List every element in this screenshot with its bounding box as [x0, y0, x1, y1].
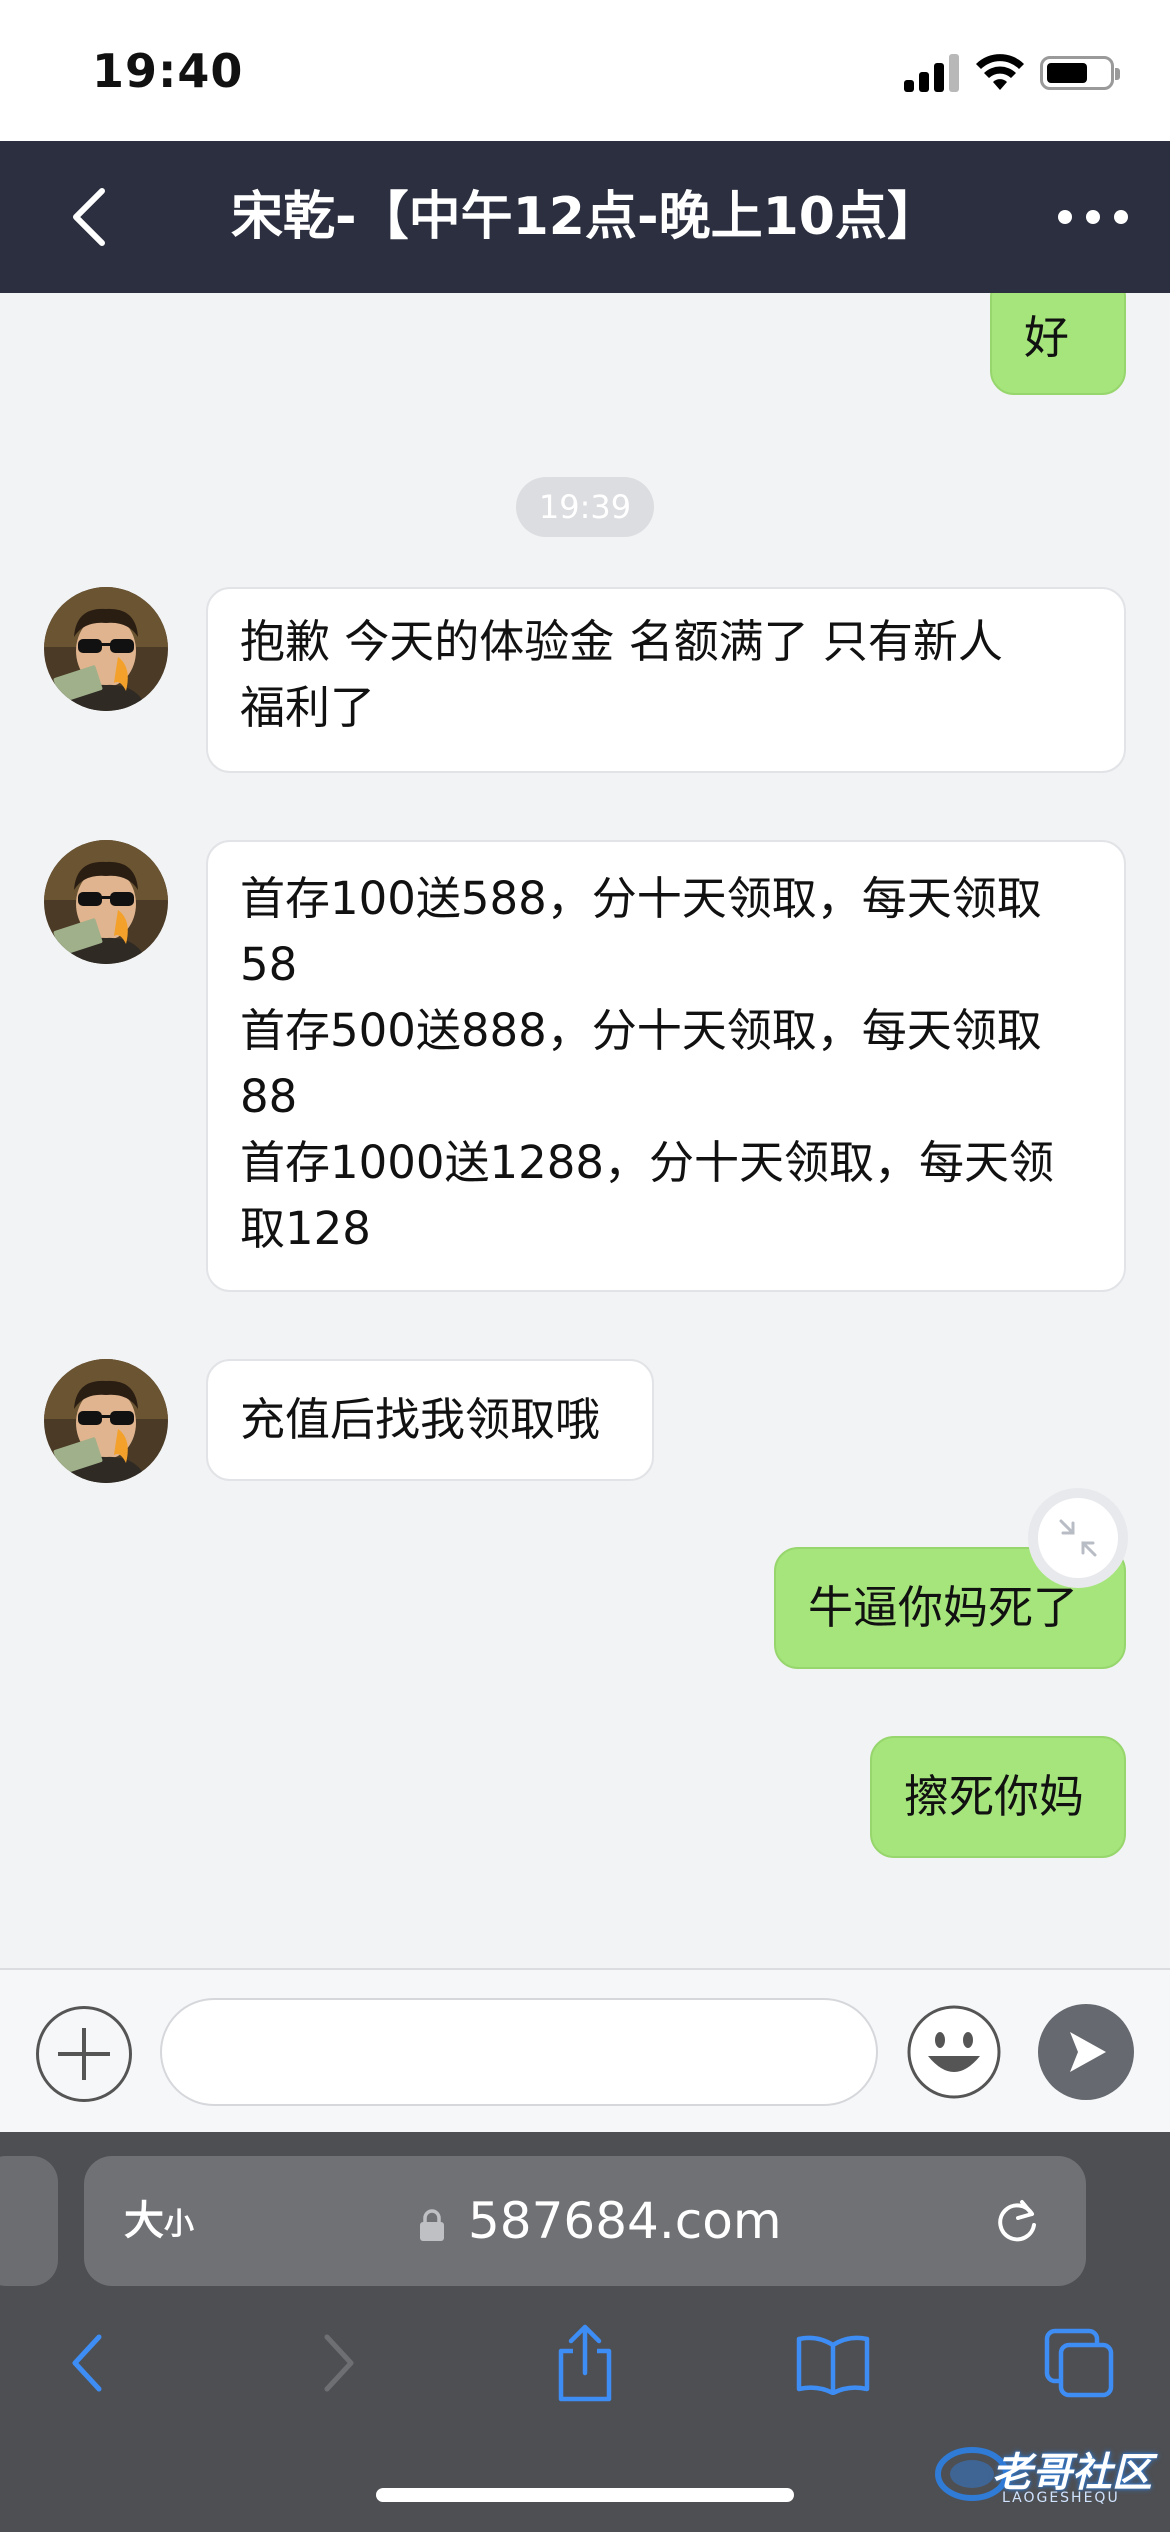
status-time: 19:40 [92, 44, 244, 98]
bookmarks-button[interactable] [788, 2318, 878, 2408]
message-composer [0, 1968, 1170, 2132]
contact-avatar[interactable] [44, 840, 168, 964]
back-button[interactable] [48, 177, 128, 257]
tabs-icon [1044, 2328, 1114, 2398]
contact-avatar[interactable] [44, 587, 168, 711]
more-dots-icon [1058, 210, 1072, 224]
status-bar: 19:40 [0, 0, 1170, 141]
incoming-message[interactable]: 首存100送588，分十天领取，每天领取 58 首存500送888，分十天领取，… [206, 840, 1126, 1292]
browser-toolbar [0, 2318, 1170, 2448]
book-icon [796, 2335, 870, 2395]
battery-icon [1040, 56, 1120, 90]
contact-avatar[interactable] [44, 1359, 168, 1483]
wifi-icon [976, 54, 1024, 90]
chevron-left-icon [73, 188, 105, 246]
chat-header: 宋乾-【中午12点-晚上10点】 [0, 141, 1170, 293]
site-watermark-logo: 老哥社区 LAOGESHEQU [932, 2432, 1168, 2512]
incoming-message[interactable]: 充值后找我领取哦 [206, 1359, 654, 1481]
more-options-button[interactable] [1058, 207, 1128, 227]
emoji-button[interactable] [906, 2004, 1002, 2100]
tabs-button[interactable] [1034, 2318, 1124, 2408]
collapse-float-button[interactable] [1028, 1488, 1128, 1588]
outgoing-message[interactable]: 擦死你妈 [870, 1736, 1126, 1858]
message-timestamp: 19:39 [516, 477, 654, 537]
reload-icon[interactable] [990, 2194, 1044, 2248]
home-indicator[interactable] [376, 2488, 794, 2502]
lock-icon [420, 2209, 444, 2241]
chat-title: 宋乾-【中午12点-晚上10点】 [231, 187, 939, 247]
send-arrow-icon [1070, 2032, 1106, 2072]
previous-tab-preview[interactable] [0, 2156, 58, 2286]
send-button[interactable] [1038, 2004, 1134, 2100]
minimize-arrows-icon [1059, 1519, 1097, 1557]
browser-forward-button[interactable] [294, 2318, 384, 2408]
text-size-button[interactable]: 大小 [124, 2156, 194, 2286]
cellular-signal-icon [904, 54, 960, 92]
url-text: 587684.com [468, 2192, 782, 2250]
chevron-left-icon [72, 2334, 102, 2392]
share-icon [558, 2324, 612, 2402]
chevron-right-icon [324, 2334, 354, 2392]
incoming-message[interactable]: 抱歉 今天的体验金 名额满了 只有新人 福利了 [206, 587, 1126, 773]
message-input[interactable] [160, 1998, 878, 2106]
outgoing-message[interactable]: 好 [990, 293, 1126, 395]
browser-back-button[interactable] [42, 2318, 132, 2408]
message-list[interactable]: 好 19:39 抱歉 今天的体验金 名额满了 只有新人 福利了 首存100送58… [0, 293, 1170, 1968]
share-button[interactable] [540, 2318, 630, 2408]
browser-chrome: 大小 587684.com 老哥社区 LAOGESHEQU [0, 2132, 1170, 2532]
address-bar[interactable]: 大小 587684.com [84, 2156, 1086, 2286]
add-attachment-button[interactable] [36, 2006, 132, 2102]
